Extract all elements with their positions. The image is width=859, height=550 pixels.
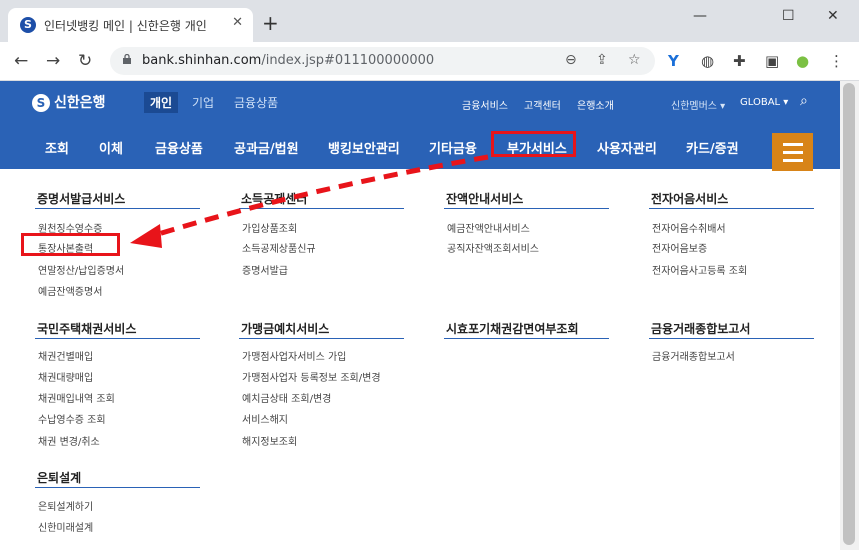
scrollbar-thumb[interactable] [843,83,855,545]
annotation-arrow [130,154,489,248]
arrow-shaft [151,154,489,239]
arrow-head [130,224,162,248]
